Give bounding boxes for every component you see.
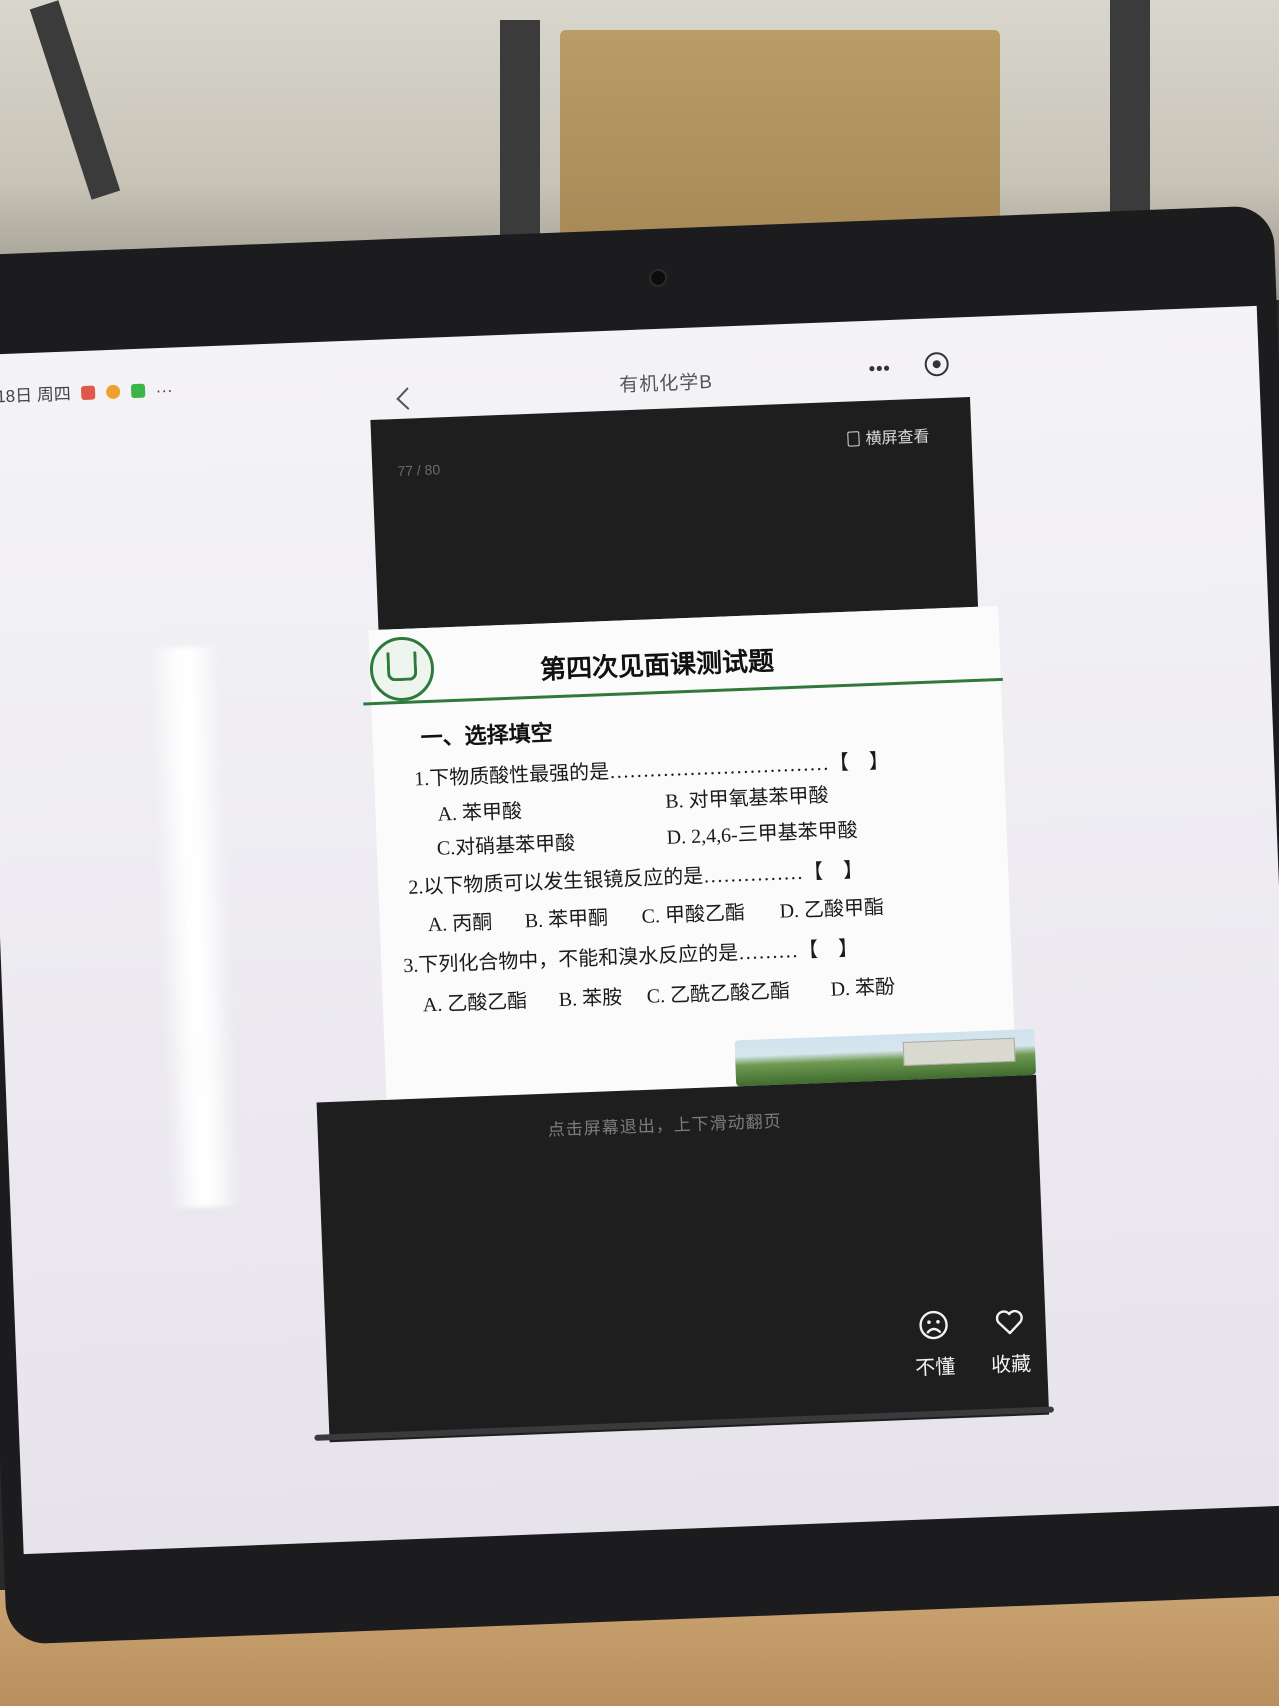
landscape-label: 横屏查看 — [865, 428, 930, 448]
question-option: A. 乙酸乙酯 — [422, 990, 528, 1017]
sad-face-icon — [919, 1310, 948, 1340]
question-stem: 3.下列化合物中，不能和溴水反应的是………【 】 — [402, 937, 859, 978]
rotate-screen-icon — [847, 431, 860, 447]
screen-glare — [149, 645, 241, 1209]
heart-icon — [995, 1309, 1023, 1335]
question-stem: 2.以下物质可以发生银镜反应的是……………【 】 — [407, 859, 864, 899]
chevron-left-icon[interactable] — [396, 387, 419, 410]
title-divider — [363, 677, 1003, 706]
dont-understand-button[interactable]: 不懂 — [913, 1308, 956, 1380]
status-bar: 月18日 周四 ··· — [0, 375, 179, 408]
question-option: B. 苯甲酮 — [524, 907, 609, 933]
slide-document: 第四次见面课测试题 一、选择填空 1.下物质酸性最强的是……………………………【… — [363, 606, 1037, 1100]
background-desk-leg — [500, 20, 540, 260]
wechat-icon — [130, 383, 146, 399]
section-heading: 一、选择填空 — [420, 721, 554, 752]
campus-building — [902, 1037, 1016, 1066]
question-option: B. 苯胺 — [558, 986, 623, 1012]
status-more: ··· — [155, 380, 174, 401]
favorite-button[interactable]: 收藏 — [989, 1305, 1032, 1377]
more-menu-button[interactable]: ••• — [868, 358, 891, 380]
front-camera — [648, 268, 668, 288]
page-title: 有机化学B — [618, 371, 714, 397]
background-desk-leg — [1110, 0, 1150, 230]
question-option: C.对硝基苯甲酸 — [436, 832, 576, 860]
tablet-device: 月18日 周四 ··· 有机化学B ••• 77 / 80 横屏查看 第四次见面… — [0, 205, 1279, 1645]
question-option: D. 苯酚 — [830, 976, 896, 1001]
question-option: D. 乙酸甲酯 — [779, 896, 885, 923]
university-logo — [368, 635, 436, 703]
question-option: C. 甲酸乙酯 — [641, 901, 746, 928]
landscape-view-button[interactable]: 横屏查看 — [847, 423, 930, 450]
question-option: A. 苯甲酸 — [437, 800, 523, 826]
question-option: A. 丙酮 — [427, 911, 493, 937]
document-title: 第四次见面课测试题 — [539, 646, 775, 686]
question-option: D. 2,4,6-三甲基苯甲酸 — [666, 819, 859, 849]
favorite-label: 收藏 — [990, 1353, 1032, 1377]
page-counter: 77 / 80 — [397, 461, 441, 479]
question-option: B. 对甲氧基苯甲酸 — [664, 784, 829, 813]
app-notification-icon — [81, 385, 96, 401]
app-notification-icon — [105, 384, 121, 400]
dont-understand-label: 不懂 — [914, 1356, 956, 1380]
tablet-screen: 月18日 周四 ··· 有机化学B ••• 77 / 80 横屏查看 第四次见面… — [0, 305, 1279, 1555]
question-option: C. 乙酰乙酸乙酯 — [646, 980, 791, 1008]
background-chair — [560, 30, 1000, 240]
status-date: 月18日 周四 — [0, 384, 72, 407]
target-circle-icon[interactable] — [924, 351, 950, 377]
